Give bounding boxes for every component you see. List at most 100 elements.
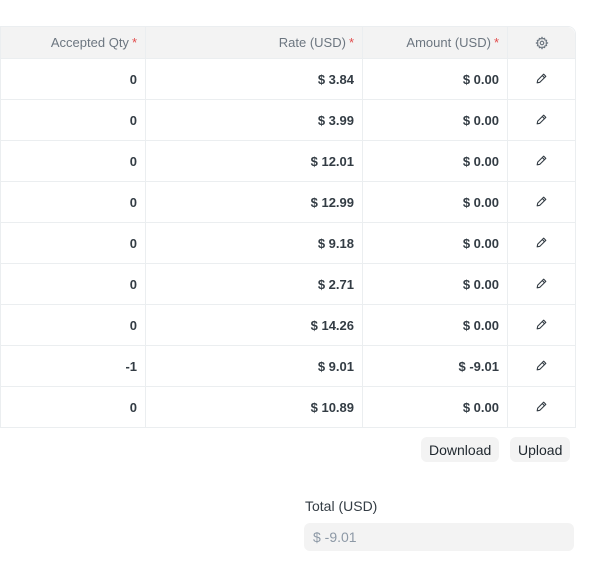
amount-cell: $ 0.00	[363, 141, 508, 181]
edit-row-button[interactable]	[508, 305, 575, 345]
accepted-qty-value: 0	[129, 235, 137, 251]
accepted-qty-value: 0	[129, 317, 137, 333]
accepted-qty-cell[interactable]: 0	[0, 387, 146, 427]
table-row[interactable]: 0 $ 2.71 $ 0.00	[0, 264, 575, 305]
amount-value: $ 0.00	[462, 153, 499, 169]
total-label: Total (USD)	[305, 498, 378, 514]
rate-cell[interactable]: $ 12.99	[146, 182, 363, 222]
amount-cell: $ 0.00	[363, 264, 508, 304]
pencil-icon	[535, 400, 549, 414]
accepted-qty-value: -1	[125, 358, 137, 374]
amount-value: $ 0.00	[462, 194, 499, 210]
table-row[interactable]: 0 $ 10.89 $ 0.00	[0, 387, 575, 427]
rate-value: $ 3.99	[317, 112, 354, 128]
amount-cell: $ 0.00	[363, 100, 508, 140]
pencil-icon	[535, 154, 549, 168]
column-header-label: Amount (USD)	[406, 35, 491, 50]
rate-value: $ 12.99	[310, 194, 354, 210]
column-header-label: Accepted Qty	[50, 35, 129, 50]
total-value: $ -9.01	[313, 529, 357, 545]
amount-value: $ -9.01	[458, 358, 499, 374]
accepted-qty-cell[interactable]: 0	[0, 141, 146, 181]
accepted-qty-value: 0	[129, 153, 137, 169]
rate-cell[interactable]: $ 3.99	[146, 100, 363, 140]
gear-icon	[534, 35, 549, 50]
table-row[interactable]: 0 $ 3.99 $ 0.00	[0, 100, 575, 141]
accepted-qty-cell[interactable]: 0	[0, 59, 146, 99]
amount-cell: $ 0.00	[363, 59, 508, 99]
accepted-qty-value: 0	[129, 194, 137, 210]
amount-value: $ 0.00	[462, 112, 499, 128]
required-indicator: *	[131, 35, 137, 50]
accepted-qty-cell[interactable]: 0	[0, 100, 146, 140]
accepted-qty-cell[interactable]: 0	[0, 305, 146, 345]
accepted-qty-value: 0	[129, 399, 137, 415]
rate-value: $ 10.89	[310, 399, 354, 415]
table-row[interactable]: 0 $ 14.26 $ 0.00	[0, 305, 575, 346]
total-field[interactable]: $ -9.01	[304, 523, 574, 551]
pencil-icon	[535, 359, 549, 373]
rate-cell[interactable]: $ 14.26	[146, 305, 363, 345]
pencil-icon	[535, 195, 549, 209]
edit-row-button[interactable]	[508, 223, 575, 263]
edit-row-button[interactable]	[508, 59, 575, 99]
pencil-icon	[535, 318, 549, 332]
pencil-icon	[535, 236, 549, 250]
required-indicator: *	[493, 35, 499, 50]
edit-row-button[interactable]	[508, 141, 575, 181]
amount-value: $ 0.00	[462, 399, 499, 415]
table-header-row: Accepted Qty * Rate (USD) * Amount (USD) *	[0, 27, 575, 59]
table-row[interactable]: 0 $ 12.99 $ 0.00	[0, 182, 575, 223]
rate-value: $ 2.71	[317, 276, 354, 292]
rate-value: $ 9.01	[317, 358, 354, 374]
table-body: 0 $ 3.84 $ 0.00 0 $ 3.99 $ 0.00 0 $ 12.01 $ 0.00…	[0, 59, 575, 427]
table-row[interactable]: 0 $ 12.01 $ 0.00	[0, 141, 575, 182]
upload-button[interactable]: Upload	[510, 437, 571, 462]
rate-value: $ 9.18	[317, 235, 354, 251]
amount-cell: $ 0.00	[363, 387, 508, 427]
accepted-qty-value: 0	[129, 112, 137, 128]
edit-row-button[interactable]	[508, 182, 575, 222]
table-row[interactable]: 0 $ 3.84 $ 0.00	[0, 59, 575, 100]
table-row[interactable]: -1 $ 9.01 $ -9.01	[0, 346, 575, 387]
accepted-qty-value: 0	[129, 71, 137, 87]
rate-cell[interactable]: $ 9.01	[146, 346, 363, 386]
accepted-qty-cell[interactable]: 0	[0, 182, 146, 222]
pencil-icon	[535, 277, 549, 291]
amount-cell: $ -9.01	[363, 346, 508, 386]
rate-value: $ 3.84	[317, 71, 354, 87]
column-header-amount[interactable]: Amount (USD) *	[363, 27, 508, 58]
edit-row-button[interactable]	[508, 346, 575, 386]
table-row[interactable]: 0 $ 9.18 $ 0.00	[0, 223, 575, 264]
rate-cell[interactable]: $ 3.84	[146, 59, 363, 99]
accepted-qty-cell[interactable]: 0	[0, 264, 146, 304]
edit-row-button[interactable]	[508, 100, 575, 140]
amount-cell: $ 0.00	[363, 305, 508, 345]
rate-value: $ 14.26	[310, 317, 354, 333]
edit-row-button[interactable]	[508, 264, 575, 304]
accepted-qty-cell[interactable]: 0	[0, 223, 146, 263]
amount-cell: $ 0.00	[363, 182, 508, 222]
amount-value: $ 0.00	[462, 71, 499, 87]
column-header-rate[interactable]: Rate (USD) *	[146, 27, 363, 58]
amount-value: $ 0.00	[462, 317, 499, 333]
amount-cell: $ 0.00	[363, 223, 508, 263]
column-header-accepted-qty[interactable]: Accepted Qty *	[0, 27, 146, 58]
required-indicator: *	[348, 35, 354, 50]
rate-cell[interactable]: $ 12.01	[146, 141, 363, 181]
amount-value: $ 0.00	[462, 235, 499, 251]
rate-value: $ 12.01	[310, 153, 354, 169]
column-settings-button[interactable]	[508, 27, 575, 58]
pencil-icon	[535, 72, 549, 86]
download-button[interactable]: Download	[421, 437, 500, 462]
rate-cell[interactable]: $ 9.18	[146, 223, 363, 263]
rate-cell[interactable]: $ 2.71	[146, 264, 363, 304]
accepted-qty-cell[interactable]: -1	[0, 346, 146, 386]
rate-cell[interactable]: $ 10.89	[146, 387, 363, 427]
accepted-qty-value: 0	[129, 276, 137, 292]
pencil-icon	[535, 113, 549, 127]
edit-row-button[interactable]	[508, 387, 575, 427]
items-table: Accepted Qty * Rate (USD) * Amount (USD) * …	[0, 26, 576, 428]
amount-value: $ 0.00	[462, 276, 499, 292]
column-header-label: Rate (USD)	[278, 35, 346, 50]
